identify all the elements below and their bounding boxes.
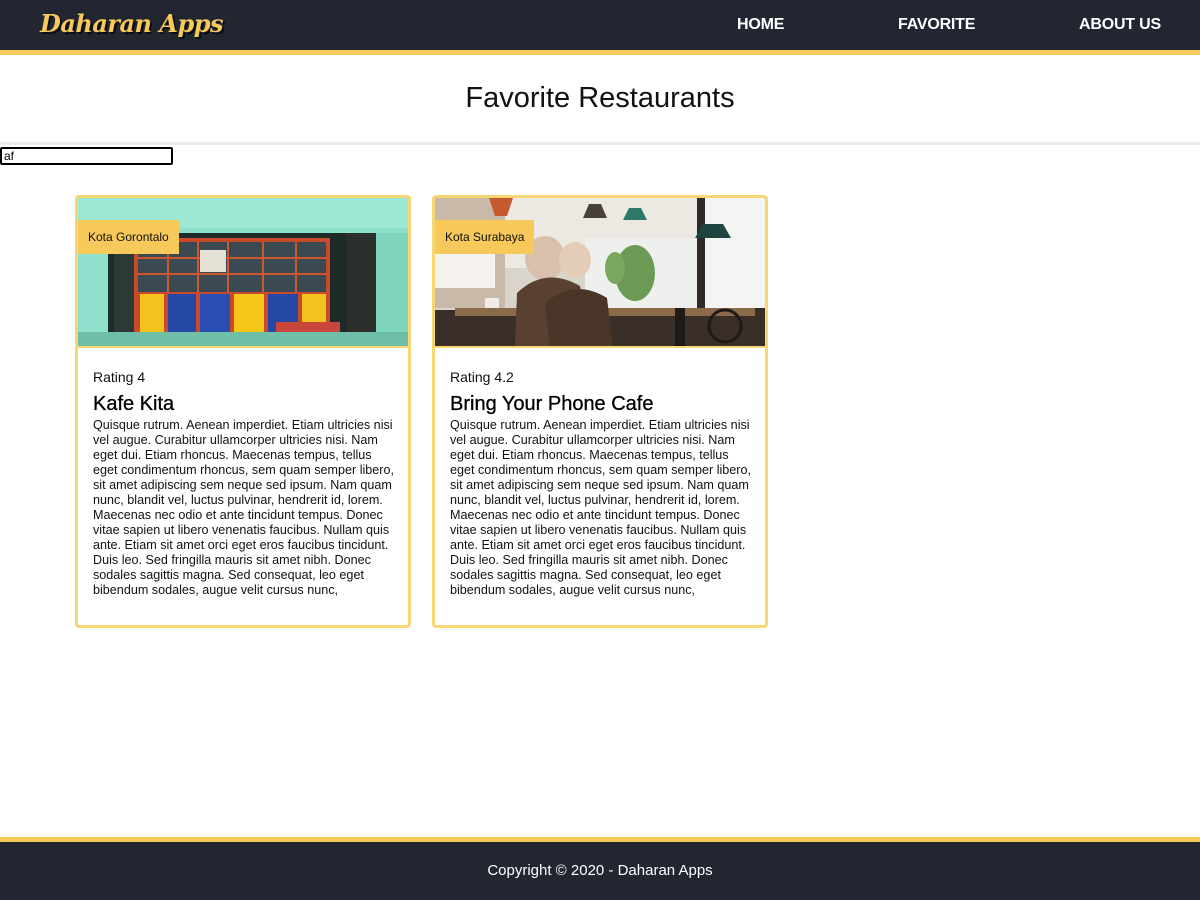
restaurant-image: Kota Surabaya bbox=[435, 198, 765, 348]
card-body: Rating 4.2 Bring Your Phone Cafe Quisque… bbox=[450, 368, 752, 598]
footer: Copyright © 2020 - Daharan Apps bbox=[0, 837, 1200, 900]
restaurant-image: Kota Gorontalo bbox=[78, 198, 408, 348]
copyright-text: Copyright © 2020 - Daharan Apps bbox=[487, 862, 713, 879]
restaurant-card[interactable]: Kota Surabaya Rating 4.2 Bring Your Phon… bbox=[432, 195, 768, 628]
nav-about-link[interactable]: ABOUT US bbox=[1079, 16, 1161, 34]
search-input[interactable] bbox=[0, 147, 173, 165]
restaurant-name[interactable]: Kafe Kita bbox=[93, 392, 395, 416]
rating-text: Rating 4.2 bbox=[450, 369, 514, 385]
city-tag: Kota Surabaya bbox=[435, 220, 535, 254]
rating-text: Rating 4 bbox=[93, 369, 146, 385]
brand-logo[interactable]: Daharan Apps bbox=[40, 9, 224, 38]
nav-favorite-link[interactable]: FAVORITE bbox=[898, 16, 975, 34]
restaurant-description: Quisque rutrum. Aenean imperdiet. Etiam … bbox=[93, 418, 394, 597]
restaurant-card[interactable]: Kota Gorontalo Rating 4 Kafe Kita Quisqu… bbox=[75, 195, 411, 628]
nav-home-link[interactable]: HOME bbox=[737, 16, 784, 34]
card-body: Rating 4 Kafe Kita Quisque rutrum. Aenea… bbox=[93, 368, 395, 598]
page-title: Favorite Restaurants bbox=[465, 82, 735, 114]
restaurant-name[interactable]: Bring Your Phone Cafe bbox=[450, 392, 752, 416]
city-tag: Kota Gorontalo bbox=[78, 220, 179, 254]
navbar: Daharan Apps HOME FAVORITE ABOUT US bbox=[0, 0, 1200, 55]
hero-section: Favorite Restaurants bbox=[0, 55, 1200, 145]
restaurant-description: Quisque rutrum. Aenean imperdiet. Etiam … bbox=[450, 418, 751, 597]
